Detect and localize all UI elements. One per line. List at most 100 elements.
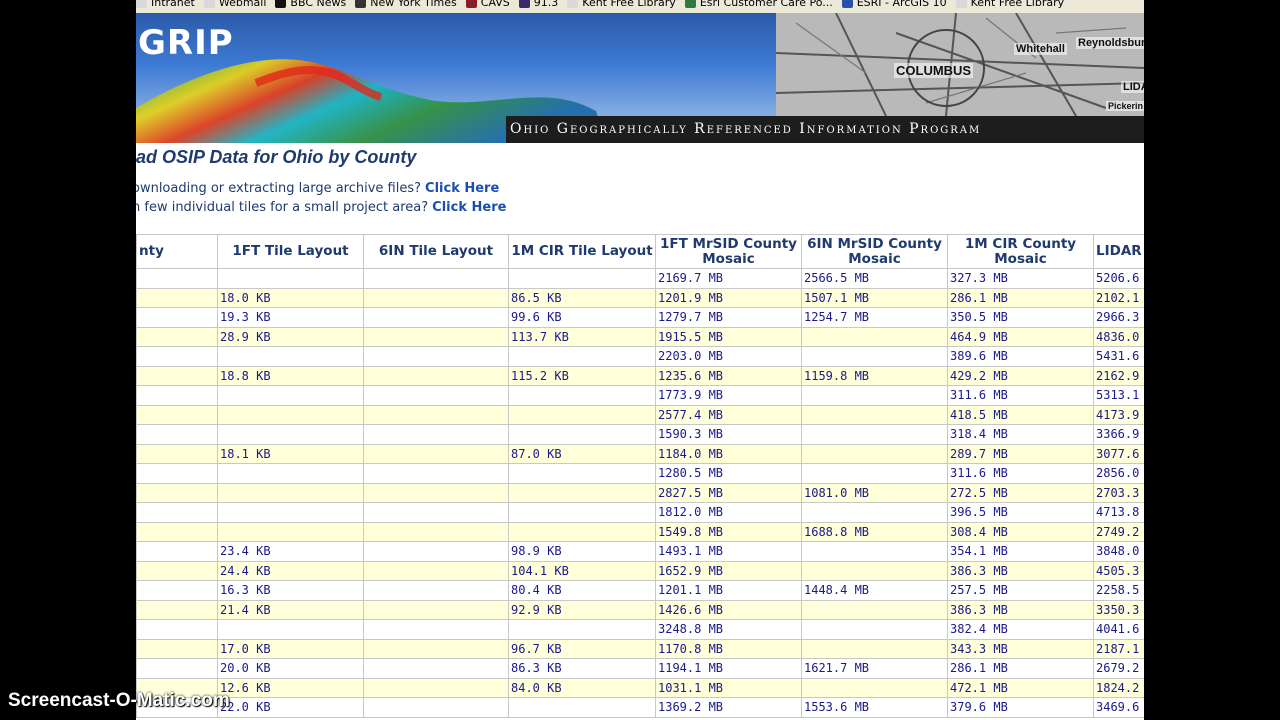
table-cell[interactable]: 1159.8 MB [801,365,948,386]
table-cell[interactable]: 18.0 KB [217,287,364,308]
table-cell[interactable]: 98.9 KB [508,541,656,562]
table-cell[interactable]: 4041.6 [1093,619,1144,640]
table-cell[interactable]: 1081.0 MB [801,482,948,503]
table-cell[interactable]: 23.4 KB [217,541,364,562]
table-cell[interactable]: 308.4 MB [947,521,1094,542]
bookmark-item[interactable]: CAVS [465,0,510,8]
table-cell[interactable]: 92.9 KB [508,599,656,620]
table-cell[interactable]: 2566.5 MB [801,268,948,289]
table-cell[interactable]: 1915.5 MB [655,326,802,347]
table-cell[interactable]: 2703.3 [1093,482,1144,503]
table-cell[interactable]: 386.3 MB [947,599,1094,620]
table-cell[interactable]: 3469.6 [1093,697,1144,718]
table-cell[interactable]: 19.3 KB [217,307,364,328]
column-header[interactable]: 1M CIR County Mosaic [947,234,1094,269]
table-cell[interactable]: 382.4 MB [947,619,1094,640]
table-cell[interactable]: 2749.2 [1093,521,1144,542]
table-cell[interactable]: 99.6 KB [508,307,656,328]
bookmark-item[interactable]: Intranet [136,0,195,8]
table-cell[interactable]: 86.3 KB [508,658,656,679]
table-cell[interactable]: 2258.5 [1093,580,1144,601]
bookmark-item[interactable]: ESRI - ArcGIS 10 [841,0,947,8]
table-cell[interactable]: 386.3 MB [947,560,1094,581]
table-cell[interactable]: 472.1 MB [947,677,1094,698]
column-header[interactable]: 6IN Tile Layout [363,234,509,269]
table-cell[interactable]: 2966.3 [1093,307,1144,328]
table-cell[interactable]: 12.6 KB [217,677,364,698]
table-cell[interactable]: 1812.0 MB [655,502,802,523]
table-cell[interactable]: 3077.6 [1093,443,1144,464]
table-cell[interactable]: 311.6 MB [947,385,1094,406]
column-header[interactable]: LIDAR [1093,234,1144,269]
table-cell[interactable]: 1493.1 MB [655,541,802,562]
table-cell[interactable]: 3350.3 [1093,599,1144,620]
table-cell[interactable]: 2102.1 [1093,287,1144,308]
table-cell[interactable]: 2162.9 [1093,365,1144,386]
table-cell[interactable]: 24.4 KB [217,560,364,581]
table-cell[interactable]: 1652.9 MB [655,560,802,581]
column-header[interactable]: 1FT Tile Layout [217,234,364,269]
table-cell[interactable]: 1824.2 [1093,677,1144,698]
table-cell[interactable]: 327.3 MB [947,268,1094,289]
table-cell[interactable]: 289.7 MB [947,443,1094,464]
table-cell[interactable]: 96.7 KB [508,638,656,659]
table-cell[interactable]: 2169.7 MB [655,268,802,289]
table-cell[interactable]: 1201.1 MB [655,580,802,601]
table-cell[interactable]: 1773.9 MB [655,385,802,406]
table-cell[interactable]: 5206.6 [1093,268,1144,289]
bookmark-item[interactable]: BBC News [275,0,346,8]
table-cell[interactable]: 2187.1 [1093,638,1144,659]
table-cell[interactable]: 318.4 MB [947,424,1094,445]
table-cell[interactable]: 354.1 MB [947,541,1094,562]
column-header[interactable]: nty [136,234,218,269]
table-cell[interactable]: 1553.6 MB [801,697,948,718]
table-cell[interactable]: 80.4 KB [508,580,656,601]
table-cell[interactable]: 272.5 MB [947,482,1094,503]
table-cell[interactable]: 1688.8 MB [801,521,948,542]
table-cell[interactable]: 286.1 MB [947,287,1094,308]
table-cell[interactable]: 21.4 KB [217,599,364,620]
table-cell[interactable]: 1254.7 MB [801,307,948,328]
table-cell[interactable]: 2679.2 [1093,658,1144,679]
bookmark-item[interactable]: 91.3 [518,0,558,8]
table-cell[interactable]: 1426.6 MB [655,599,802,620]
column-header[interactable]: 1FT MrSID County Mosaic [655,234,802,269]
table-cell[interactable]: 1279.7 MB [655,307,802,328]
click-here-link-archive[interactable]: Click Here [425,181,499,196]
table-cell[interactable]: 87.0 KB [508,443,656,464]
table-cell[interactable]: 104.1 KB [508,560,656,581]
table-cell[interactable]: 2577.4 MB [655,404,802,425]
table-cell[interactable]: 2856.0 [1093,463,1144,484]
table-cell[interactable]: 343.3 MB [947,638,1094,659]
table-cell[interactable]: 379.6 MB [947,697,1094,718]
column-header[interactable]: 6IN MrSID County Mosaic [801,234,948,269]
table-cell[interactable]: 2203.0 MB [655,346,802,367]
table-cell[interactable]: 28.9 KB [217,326,364,347]
bookmark-item[interactable]: Esri Customer Care Po... [684,0,833,8]
table-cell[interactable]: 396.5 MB [947,502,1094,523]
table-cell[interactable]: 4505.3 [1093,560,1144,581]
table-cell[interactable]: 286.1 MB [947,658,1094,679]
table-cell[interactable]: 1031.1 MB [655,677,802,698]
table-cell[interactable]: 5431.6 [1093,346,1144,367]
table-cell[interactable]: 1170.8 MB [655,638,802,659]
table-cell[interactable]: 18.1 KB [217,443,364,464]
table-cell[interactable]: 4713.8 [1093,502,1144,523]
table-cell[interactable]: 1621.7 MB [801,658,948,679]
table-cell[interactable]: 389.6 MB [947,346,1094,367]
table-cell[interactable]: 2827.5 MB [655,482,802,503]
table-cell[interactable]: 22.0 KB [217,697,364,718]
table-cell[interactable]: 418.5 MB [947,404,1094,425]
table-cell[interactable]: 1590.3 MB [655,424,802,445]
table-cell[interactable]: 17.0 KB [217,638,364,659]
table-cell[interactable]: 18.8 KB [217,365,364,386]
table-cell[interactable]: 86.5 KB [508,287,656,308]
bookmark-item[interactable]: Kent Free Library [567,0,676,8]
table-cell[interactable]: 3848.0 [1093,541,1144,562]
table-cell[interactable]: 1235.6 MB [655,365,802,386]
table-cell[interactable]: 4173.9 [1093,404,1144,425]
table-cell[interactable]: 350.5 MB [947,307,1094,328]
table-cell[interactable]: 464.9 MB [947,326,1094,347]
table-cell[interactable]: 16.3 KB [217,580,364,601]
table-cell[interactable]: 1507.1 MB [801,287,948,308]
